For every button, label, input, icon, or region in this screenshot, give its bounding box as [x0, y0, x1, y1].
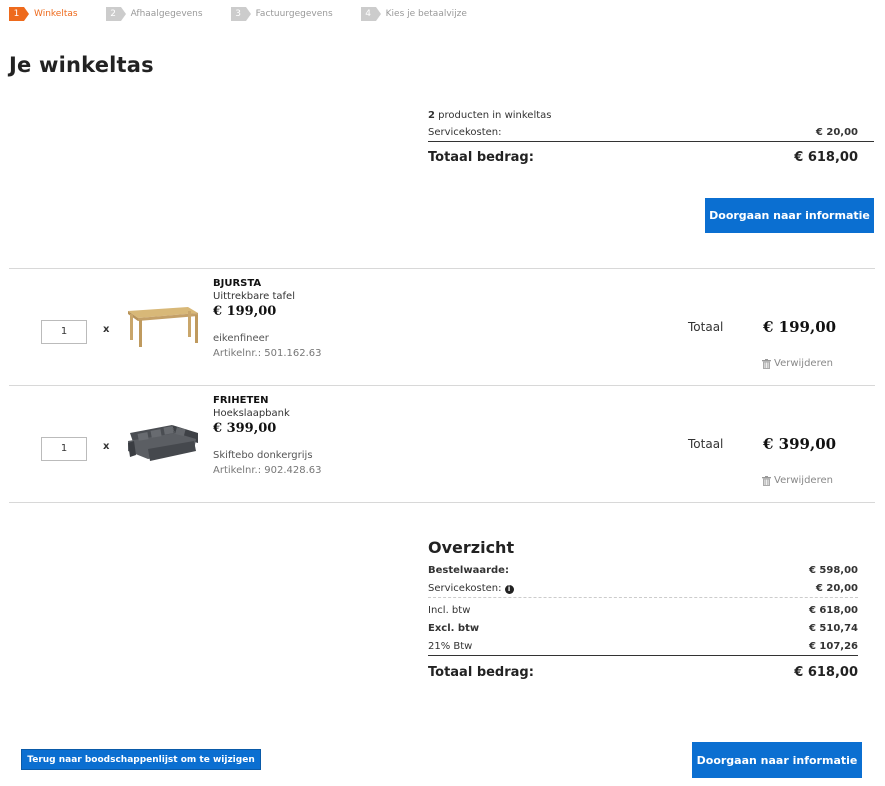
multiply-sign: x	[103, 441, 110, 452]
item-name[interactable]: BJURSTA	[213, 277, 322, 290]
multiply-sign: x	[103, 324, 110, 335]
remove-label: Verwijderen	[774, 475, 833, 486]
item-description: Uittrekbare tafel	[213, 291, 295, 302]
service-costs-label: Servicekosten:	[428, 583, 502, 594]
step-number: 1	[9, 7, 29, 21]
quantity-input[interactable]: 1	[41, 437, 87, 461]
cart-item: 1 x BJURSTA Uittrekbare tafel € 199,00 e…	[9, 269, 875, 385]
item-description: Hoekslaapbank	[213, 408, 290, 419]
step-number: 4	[360, 7, 381, 21]
item-total-value: € 399,00	[763, 435, 837, 453]
excl-vat-value: € 510,74	[808, 623, 858, 634]
excl-vat-row: Excl. btw € 510,74	[428, 620, 858, 638]
continue-button-top[interactable]: Doorgaan naar informatie	[705, 198, 874, 233]
item-article-number: Artikelnr.: 501.162.63	[213, 348, 322, 359]
order-value-label: Bestelwaarde:	[428, 565, 509, 576]
item-total-value: € 199,00	[763, 318, 837, 336]
service-costs-value: € 20,00	[815, 583, 858, 594]
step-label: Winkeltas	[34, 9, 78, 19]
excl-vat-label: Excl. btw	[428, 623, 480, 634]
corner-sofa-bed-icon	[128, 425, 198, 461]
step-afhaalgegevens[interactable]: 2 Afhaalgegevens	[105, 7, 203, 21]
service-costs-label: Servicekosten:	[428, 127, 502, 138]
service-costs-row: Servicekosten: i € 20,00	[428, 580, 858, 598]
info-icon[interactable]: i	[504, 585, 514, 594]
vat-value: € 107,26	[808, 641, 858, 652]
page-title: Je winkeltas	[9, 53, 154, 77]
step-winkeltas[interactable]: 1 Winkeltas	[9, 7, 78, 21]
divider	[9, 502, 875, 503]
cart-summary: 2 producten in winkeltas Servicekosten: …	[428, 108, 874, 174]
service-costs-value: € 20,00	[815, 127, 858, 138]
step-label: Factuurgegevens	[255, 9, 333, 19]
item-color: eikenfineer	[213, 333, 269, 344]
incl-vat-label: Incl. btw	[428, 605, 471, 616]
vat-row: 21% Btw € 107,26	[428, 638, 858, 656]
item-article-number: Artikelnr.: 902.428.63	[213, 465, 322, 476]
incl-vat-value: € 618,00	[808, 605, 858, 616]
service-costs-row: Servicekosten: € 20,00	[428, 124, 874, 142]
overview-total-value: € 618,00	[794, 665, 858, 680]
step-label: Afhaalgegevens	[130, 9, 203, 19]
remove-button[interactable]: Verwijderen	[762, 358, 833, 369]
step-number: 2	[105, 7, 126, 21]
item-info: BJURSTA Uittrekbare tafel € 199,00 eiken…	[213, 277, 322, 362]
item-price: € 399,00	[213, 421, 277, 436]
item-total-label: Totaal	[688, 437, 724, 451]
product-count-text: producten in winkeltas	[434, 110, 552, 121]
back-to-list-button[interactable]: Terug naar boodschappenlijst om te wijzi…	[21, 749, 261, 770]
overview-total-label: Totaal bedrag:	[428, 665, 534, 680]
item-name[interactable]: FRIHETEN	[213, 394, 322, 407]
trash-icon	[762, 358, 771, 369]
step-betaalwijze[interactable]: 4 Kies je betaalvijze	[360, 7, 467, 21]
incl-vat-row: Incl. btw € 618,00	[428, 602, 858, 620]
order-overview: Overzicht Bestelwaarde: € 598,00 Service…	[428, 536, 858, 690]
item-color: Skiftebo donkergrijs	[213, 450, 313, 461]
step-number: 3	[230, 7, 251, 21]
total-label: Totaal bedrag:	[428, 150, 534, 165]
trash-icon	[762, 475, 771, 486]
vat-label: 21% Btw	[428, 641, 473, 652]
order-value: € 598,00	[808, 565, 858, 576]
overview-total-row: Totaal bedrag: € 618,00	[428, 656, 858, 690]
dining-table-icon	[128, 307, 198, 347]
total-row: Totaal bedrag: € 618,00	[428, 142, 874, 174]
product-count: 2 producten in winkeltas	[428, 108, 874, 124]
step-factuurgegevens[interactable]: 3 Factuurgegevens	[230, 7, 333, 21]
order-value-row: Bestelwaarde: € 598,00	[428, 562, 858, 580]
product-count-number: 2	[428, 110, 435, 121]
step-label: Kies je betaalvijze	[385, 9, 467, 19]
continue-button-bottom[interactable]: Doorgaan naar informatie	[692, 742, 862, 778]
total-value: € 618,00	[794, 150, 858, 165]
checkout-steps: 1 Winkeltas 2 Afhaalgegevens 3 Factuurge…	[9, 6, 495, 22]
item-price: € 199,00	[213, 304, 277, 319]
item-info: FRIHETEN Hoekslaapbank € 399,00 Skiftebo…	[213, 394, 322, 479]
remove-label: Verwijderen	[774, 358, 833, 369]
item-total-label: Totaal	[688, 320, 724, 334]
remove-button[interactable]: Verwijderen	[762, 475, 833, 486]
quantity-input[interactable]: 1	[41, 320, 87, 344]
overview-title: Overzicht	[428, 538, 515, 557]
cart-item: 1 x FRIHETEN Hoekslaapbank € 399,00 Skif…	[9, 386, 875, 502]
